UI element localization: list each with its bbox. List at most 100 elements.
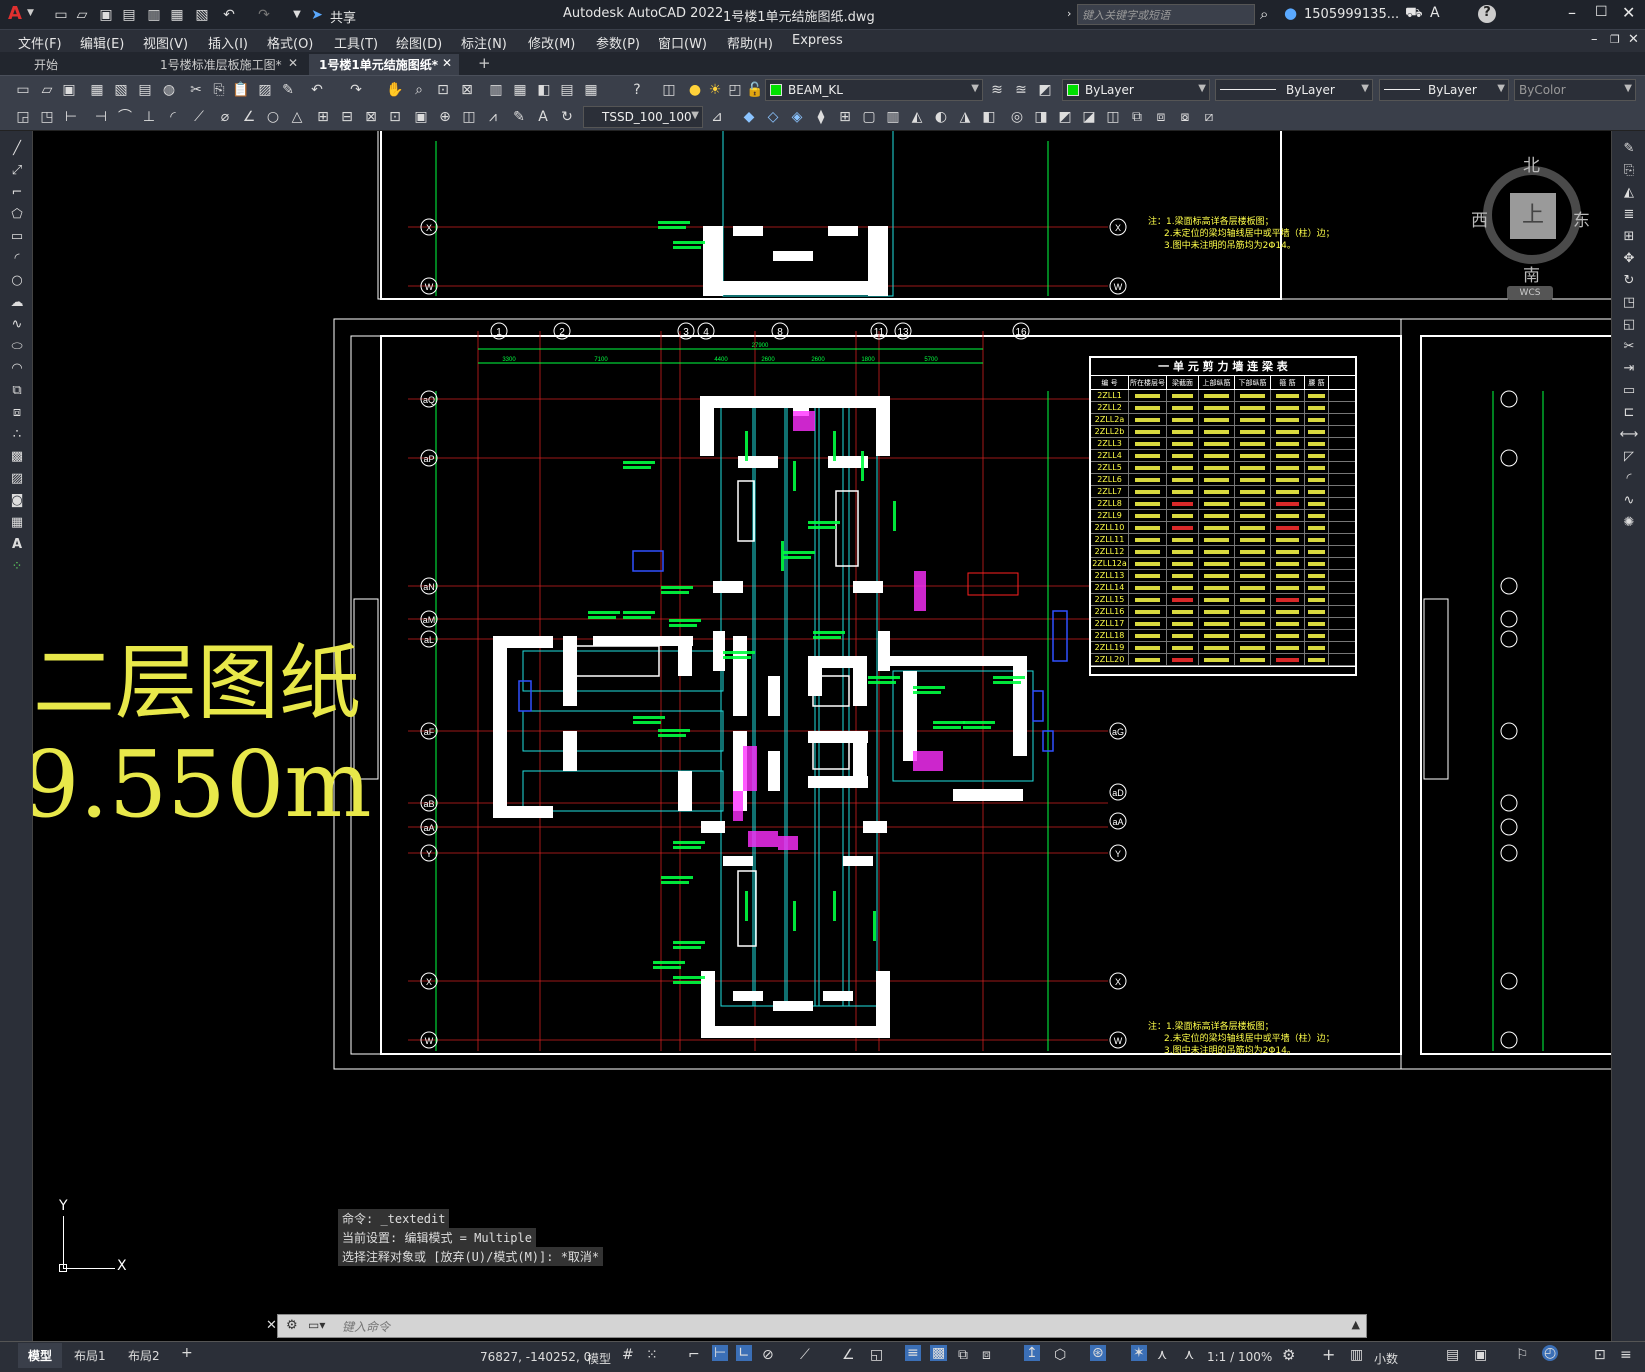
workspace-gear-icon[interactable]: ⚙ [1282, 1346, 1295, 1364]
tb2-baseline-dim-icon[interactable]: ⊟ [338, 108, 356, 126]
layout-tab-model[interactable]: 模型 [18, 1343, 63, 1368]
layout-tab-2[interactable]: 布局2 [128, 1347, 160, 1364]
tb-preview-icon[interactable]: ▧ [112, 81, 130, 99]
tb2-text-edit-icon[interactable]: A [534, 108, 552, 126]
tab-slab-close-icon[interactable]: ✕ [288, 56, 298, 70]
clean-screen-icon[interactable]: ⊡ [1594, 1347, 1606, 1363]
transparency-icon[interactable]: ▩ [930, 1345, 948, 1361]
tb-sheet-set-icon[interactable]: ▤ [558, 81, 576, 99]
cmd-history-arrow-icon[interactable]: ▲ [1352, 1318, 1360, 1331]
tb2-cylinder-icon[interactable]: ▥ [884, 108, 902, 126]
grid-icon[interactable]: # [622, 1347, 634, 1363]
explode-icon[interactable]: ✺ [1619, 515, 1639, 533]
layer-isolate-icon[interactable]: ◩ [1036, 81, 1054, 99]
tb2-loft-icon[interactable]: ◫ [1104, 108, 1122, 126]
tb-zoom-window-icon[interactable]: ⊡ [434, 81, 452, 99]
menu-parametric[interactable]: 参数(P) [596, 33, 640, 52]
tb2-intersect-icon[interactable]: ⧇ [1176, 108, 1194, 126]
tb2-torus-icon[interactable]: ◎ [1008, 108, 1026, 126]
menu-file[interactable]: 文件(F) [18, 33, 62, 52]
customization-icon[interactable]: ≡ [1620, 1347, 1632, 1363]
break-at-point-icon[interactable]: ▭ [1619, 383, 1639, 401]
rotate-icon[interactable]: ↻ [1619, 273, 1639, 291]
cmd-customize-icon[interactable]: ⚙ [286, 1318, 298, 1333]
tb2-wedge-icon[interactable]: ◧ [980, 108, 998, 126]
polyline-icon[interactable]: ⌐ [7, 185, 27, 203]
tb-new-icon[interactable]: ▭ [14, 81, 32, 99]
menu-edit[interactable]: 编辑(E) [80, 33, 124, 52]
autodesk-a360-icon[interactable]: A [1430, 5, 1440, 21]
selection-filter-icon[interactable]: ⬡ [1054, 1347, 1066, 1363]
autocad-logo[interactable]: A [8, 3, 22, 24]
annotation-visibility-icon[interactable]: ✶ [1131, 1345, 1147, 1361]
tb-redo-icon[interactable]: ↷ [347, 81, 365, 99]
tb-layer-manager-icon[interactable]: ◫ [660, 81, 678, 99]
tb-brush-icon[interactable]: ✎ [279, 81, 297, 99]
tb2-mirror-icon[interactable]: ⧫ [812, 108, 830, 126]
tb2-jog-line-icon[interactable]: ⩘ [484, 108, 502, 126]
tb-calc-icon[interactable]: ▦ [582, 81, 600, 99]
layer-viewport-icon[interactable]: ◰ [726, 81, 744, 99]
make-block-icon[interactable]: ⧈ [7, 405, 27, 423]
lock-ui-icon[interactable]: ▣ [1474, 1347, 1487, 1363]
osnap-icon[interactable]: ∠ [842, 1347, 855, 1363]
mirror-object-icon[interactable]: ◭ [1619, 185, 1639, 203]
line-icon[interactable]: ╱ [7, 141, 27, 159]
model-space-toggle[interactable]: 模型 [587, 1350, 611, 1367]
save-as-icon[interactable]: ▤ [120, 6, 138, 24]
menu-draw[interactable]: 绘图(D) [396, 33, 442, 52]
tb2-quick-dim-icon[interactable]: ⊞ [314, 108, 332, 126]
help-icon[interactable]: ? [1478, 5, 1496, 23]
tb-plot-icon[interactable]: ▦ [88, 81, 106, 99]
annotation-monitor-icon[interactable]: + [1322, 1345, 1335, 1364]
tb2-space-icon[interactable]: ⊡ [386, 108, 404, 126]
tab-start[interactable]: 开始 [24, 54, 68, 75]
tb2-linear-dim-icon[interactable]: ⊢ [62, 108, 80, 126]
tb2-revolve-icon[interactable]: ◩ [1056, 108, 1074, 126]
add-layout-icon[interactable]: + [181, 1345, 193, 1361]
user-name[interactable]: 1505999135... [1304, 7, 1399, 22]
customize-arrow-icon[interactable]: ▼ [288, 6, 306, 24]
array-object-icon[interactable]: ⊞ [1619, 229, 1639, 247]
tb2-center-mark-icon[interactable]: ⊕ [436, 108, 454, 126]
save-icon[interactable]: ▣ [97, 6, 115, 24]
share-icon[interactable]: ➤ [308, 6, 326, 24]
annotation-scale-value[interactable]: 1:1 / 100% [1207, 1350, 1272, 1364]
blend-icon[interactable]: ∿ [1619, 493, 1639, 511]
revcloud-icon[interactable]: ☁ [7, 295, 27, 313]
units-value[interactable]: 小数 [1374, 1350, 1398, 1367]
tb2-style-icon[interactable]: ◲ [14, 108, 32, 126]
3d-osnap-icon[interactable]: ⧈ [982, 1347, 991, 1363]
tb2-tolerance-icon[interactable]: ▣ [412, 108, 430, 126]
tb-paste-icon[interactable]: 📋 [232, 81, 250, 99]
layer-previous-icon[interactable]: ≊ [1012, 81, 1030, 99]
tb2-3d-move-icon[interactable]: ◆ [740, 108, 758, 126]
tb-undo-icon[interactable]: ↶ [308, 81, 326, 99]
tb2-update-icon[interactable]: ↻ [558, 108, 576, 126]
tb2-pyramid-icon[interactable]: ◮ [956, 108, 974, 126]
hardware-accel-icon[interactable]: ◴ [1542, 1345, 1559, 1361]
viewcube[interactable]: 上 北 南 西 东 WCS [1471, 151, 1593, 301]
tb-tool-palette-icon[interactable]: ◧ [535, 81, 553, 99]
layer-lock-icon[interactable]: 🔓 [746, 81, 764, 99]
extend-icon[interactable]: ⇥ [1619, 361, 1639, 379]
new-tab-icon[interactable]: + [478, 54, 491, 72]
layout-tab-1[interactable]: 布局1 [74, 1347, 106, 1364]
cmd-close-icon[interactable]: ✕ [266, 1318, 277, 1333]
table-icon[interactable]: ▦ [7, 515, 27, 533]
menu-view[interactable]: 视图(V) [143, 33, 188, 52]
insert-block-icon[interactable]: ⧉ [7, 383, 27, 401]
tb2-inspect-icon[interactable]: ◫ [460, 108, 478, 126]
tb2-circle-icon[interactable]: ○ [264, 108, 282, 126]
user-icon[interactable]: ● [1284, 4, 1297, 22]
arc-icon[interactable]: ◜ [7, 251, 27, 269]
tb2-angular-dim-icon[interactable]: ∠ [240, 108, 258, 126]
tb2-extrude-icon[interactable]: ◨ [1032, 108, 1050, 126]
annotation-scale-icon[interactable]: ⋏ [1184, 1347, 1194, 1363]
open-file-icon[interactable]: ▱ [73, 6, 91, 24]
tb2-3d-scale-icon[interactable]: ◈ [788, 108, 806, 126]
print-icon[interactable]: ▧ [193, 6, 211, 24]
dynamic-input-icon[interactable]: ⊢ [712, 1345, 729, 1361]
publish-icon[interactable]: ▥ [145, 6, 163, 24]
tb-publish-icon[interactable]: ▤ [136, 81, 154, 99]
